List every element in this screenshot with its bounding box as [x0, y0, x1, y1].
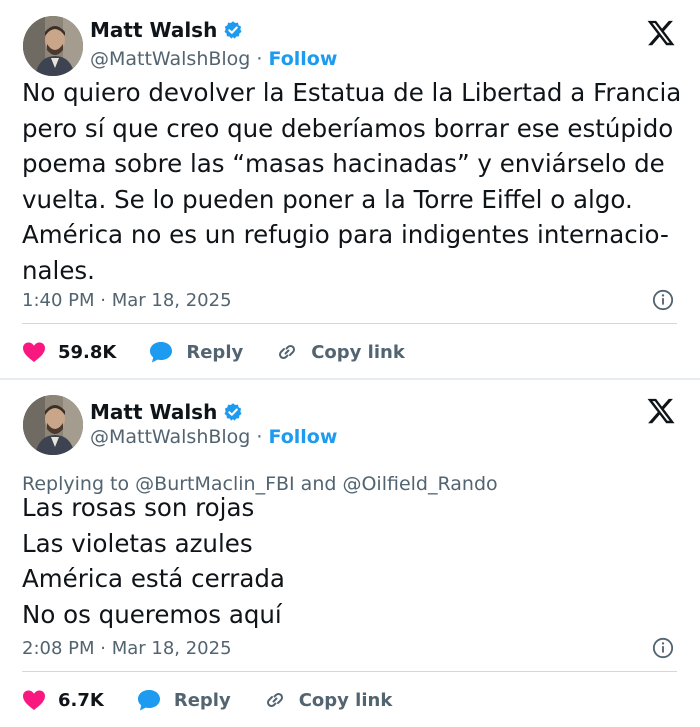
link-icon	[266, 692, 283, 708]
author-name[interactable]: Matt Walsh	[90, 400, 217, 424]
reply-button[interactable]: Reply	[136, 688, 231, 712]
timestamp[interactable]: 2:08 PM · Mar 18, 2025	[22, 638, 232, 659]
reply-label: Reply	[173, 689, 231, 711]
avatar[interactable]	[23, 16, 83, 76]
action-bar: 59.8K Reply Copy link	[22, 337, 405, 367]
copy-link-label: Copy link	[311, 341, 405, 363]
reply-button[interactable]: Reply	[148, 340, 243, 364]
separator: ·	[250, 426, 269, 448]
follow-button[interactable]: Follow	[269, 426, 338, 448]
info-icon[interactable]	[652, 289, 674, 311]
tweet-text: Las rosas son rojas Las violetas azules …	[22, 493, 285, 629]
author-handle[interactable]: @MattWalshBlog	[90, 426, 250, 448]
author-name[interactable]: Matt Walsh	[90, 18, 217, 42]
separator: ·	[250, 48, 269, 70]
link-icon	[279, 344, 296, 360]
like-count: 6.7K	[58, 689, 104, 711]
reply-bubble-icon	[150, 342, 173, 363]
timestamp[interactable]: 1:40 PM · Mar 18, 2025	[22, 290, 232, 311]
tweet-text: No quiero devolver la Estatua de la Libe…	[22, 78, 682, 285]
avatar[interactable]	[23, 395, 83, 455]
reply-label: Reply	[186, 341, 244, 363]
handle-row: @MattWalshBlog · Follow	[90, 48, 337, 70]
handle-row: @MattWalshBlog · Follow	[90, 426, 337, 448]
heart-icon	[23, 342, 45, 362]
author-handle[interactable]: @MattWalshBlog	[90, 48, 250, 70]
like-button[interactable]: 59.8K	[22, 341, 116, 363]
copy-link-label: Copy link	[298, 689, 393, 711]
divider	[22, 671, 677, 672]
x-logo-icon[interactable]	[645, 396, 677, 426]
like-count: 59.8K	[58, 341, 117, 363]
author-row: Matt Walsh	[90, 400, 243, 424]
verified-badge-icon	[224, 403, 242, 421]
tweet-card: Matt Walsh @MattWalshBlog · Follow No qu…	[0, 0, 700, 378]
tweet-card: Matt Walsh @MattWalshBlog · Follow Reply…	[0, 380, 700, 727]
reply-bubble-icon	[137, 690, 160, 711]
verified-badge-icon	[224, 21, 242, 39]
x-logo-icon[interactable]	[645, 18, 677, 48]
action-bar: 6.7K Reply Copy link	[22, 685, 392, 715]
heart-icon	[23, 690, 45, 710]
info-icon[interactable]	[652, 637, 674, 659]
follow-button[interactable]: Follow	[269, 48, 338, 70]
copy-link-button[interactable]: Copy link	[263, 688, 393, 712]
divider	[22, 323, 677, 324]
copy-link-button[interactable]: Copy link	[275, 340, 405, 364]
like-button[interactable]: 6.7K	[22, 689, 104, 711]
author-row: Matt Walsh	[90, 18, 243, 42]
